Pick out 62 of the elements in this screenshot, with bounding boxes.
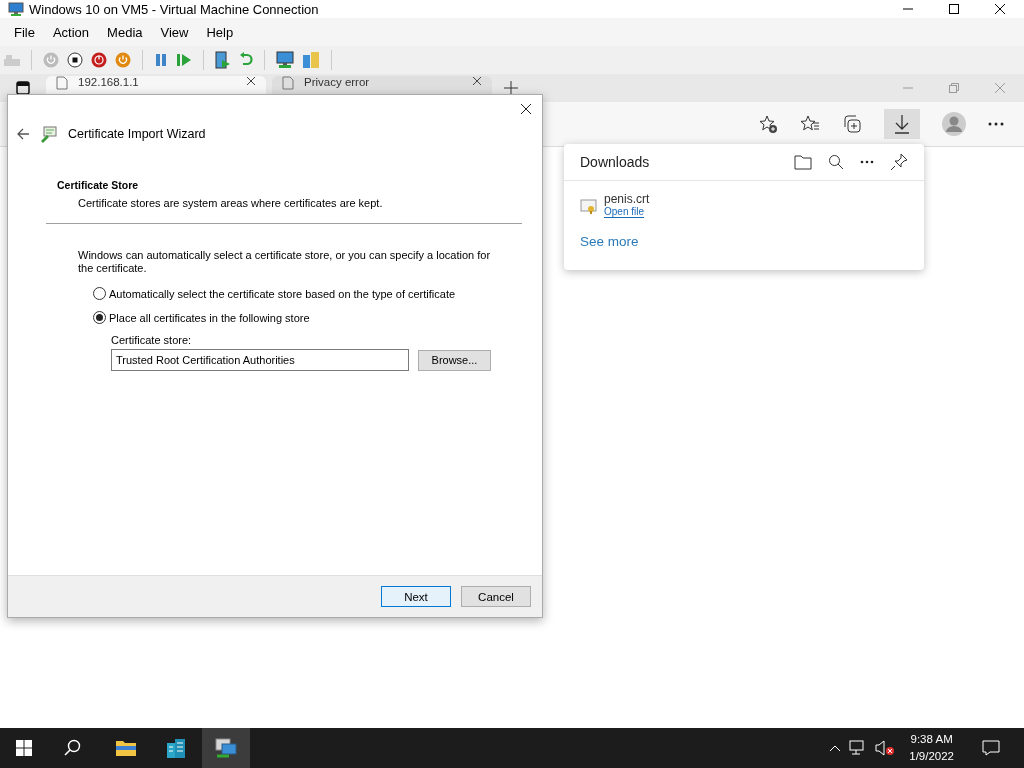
download-icon[interactable] xyxy=(884,109,920,139)
see-more-link[interactable]: See more xyxy=(580,234,639,249)
windows-start-icon[interactable] xyxy=(16,740,32,756)
search-icon[interactable] xyxy=(64,739,82,757)
radio-button[interactable] xyxy=(93,287,106,300)
start-icon[interactable] xyxy=(43,52,59,68)
notifications-icon[interactable] xyxy=(982,740,1000,756)
certificate-file-icon xyxy=(580,199,598,215)
revert-icon[interactable] xyxy=(239,52,253,68)
close-icon[interactable] xyxy=(246,76,256,86)
pause-icon[interactable] xyxy=(154,53,168,67)
add-favorite-icon[interactable] xyxy=(758,114,778,134)
new-tab-icon[interactable] xyxy=(504,81,518,95)
close-icon[interactable] xyxy=(472,76,482,86)
menu-item[interactable]: File xyxy=(14,24,35,40)
certificate-store-field[interactable]: Trusted Root Certification Authorities xyxy=(111,349,409,371)
back-arrow-icon[interactable] xyxy=(16,128,30,140)
menu-item[interactable]: Help xyxy=(206,24,234,40)
clock-time[interactable]: 9:38 AM xyxy=(910,731,953,748)
volume-muted-icon[interactable] xyxy=(875,740,896,756)
dialog-button[interactable]: Cancel xyxy=(461,586,531,607)
monitor-icon[interactable] xyxy=(276,51,294,69)
collections-icon[interactable] xyxy=(842,114,862,134)
browse-button[interactable]: Browse... xyxy=(418,349,491,371)
more-icon[interactable] xyxy=(860,160,874,164)
radio-button[interactable] xyxy=(93,311,106,324)
power-icon[interactable] xyxy=(115,52,131,68)
stop-icon[interactable] xyxy=(67,52,83,68)
field-label: Certificate store: xyxy=(111,334,193,346)
open-file-link[interactable]: Open file xyxy=(604,206,645,218)
vm-connection-icon[interactable] xyxy=(214,737,238,759)
close-icon[interactable] xyxy=(994,3,1006,15)
dialog-button[interactable]: Next xyxy=(381,586,451,607)
wizard-title: Certificate Import Wizard xyxy=(68,127,206,141)
clock-date[interactable]: 1/9/2022 xyxy=(909,748,954,765)
page-icon xyxy=(56,76,68,90)
search-icon[interactable] xyxy=(828,154,844,170)
section-heading: Certificate Store xyxy=(57,179,140,191)
menu-item[interactable]: Media xyxy=(107,24,143,40)
chevron-up-icon[interactable] xyxy=(829,744,842,752)
more-icon[interactable] xyxy=(988,122,1004,126)
menu-item[interactable]: View xyxy=(160,24,189,40)
certificate-wizard-icon xyxy=(40,125,58,143)
vm-monitor-icon xyxy=(8,2,24,16)
tab-actions-icon[interactable] xyxy=(16,81,30,95)
avatar-icon[interactable] xyxy=(942,112,966,136)
intro-text: Windows can automatically select a certificate store, or you can specify a location for the certificate. xyxy=(78,249,492,275)
favorites-icon[interactable] xyxy=(800,114,820,134)
folder-icon[interactable] xyxy=(115,739,137,757)
maximize-icon[interactable] xyxy=(948,3,960,15)
panel-title: Downloads xyxy=(580,154,650,170)
play-icon[interactable] xyxy=(176,53,192,67)
radio-option[interactable]: Place all certificates in the following store xyxy=(93,311,542,324)
section-description: Certificate stores are system areas where certificates are kept. xyxy=(78,197,384,209)
window-title: Windows 10 on VM5 - Virtual Machine Connection xyxy=(29,1,319,17)
radio-option[interactable]: Automatically select the certificate store based on the type of certificate xyxy=(93,287,542,300)
close-icon[interactable] xyxy=(520,103,532,115)
menu-item[interactable]: Action xyxy=(52,24,90,40)
power-icon[interactable] xyxy=(91,52,107,68)
page-icon xyxy=(282,76,294,90)
pin-icon[interactable] xyxy=(890,153,908,171)
file-name: penis.crt xyxy=(604,192,650,206)
